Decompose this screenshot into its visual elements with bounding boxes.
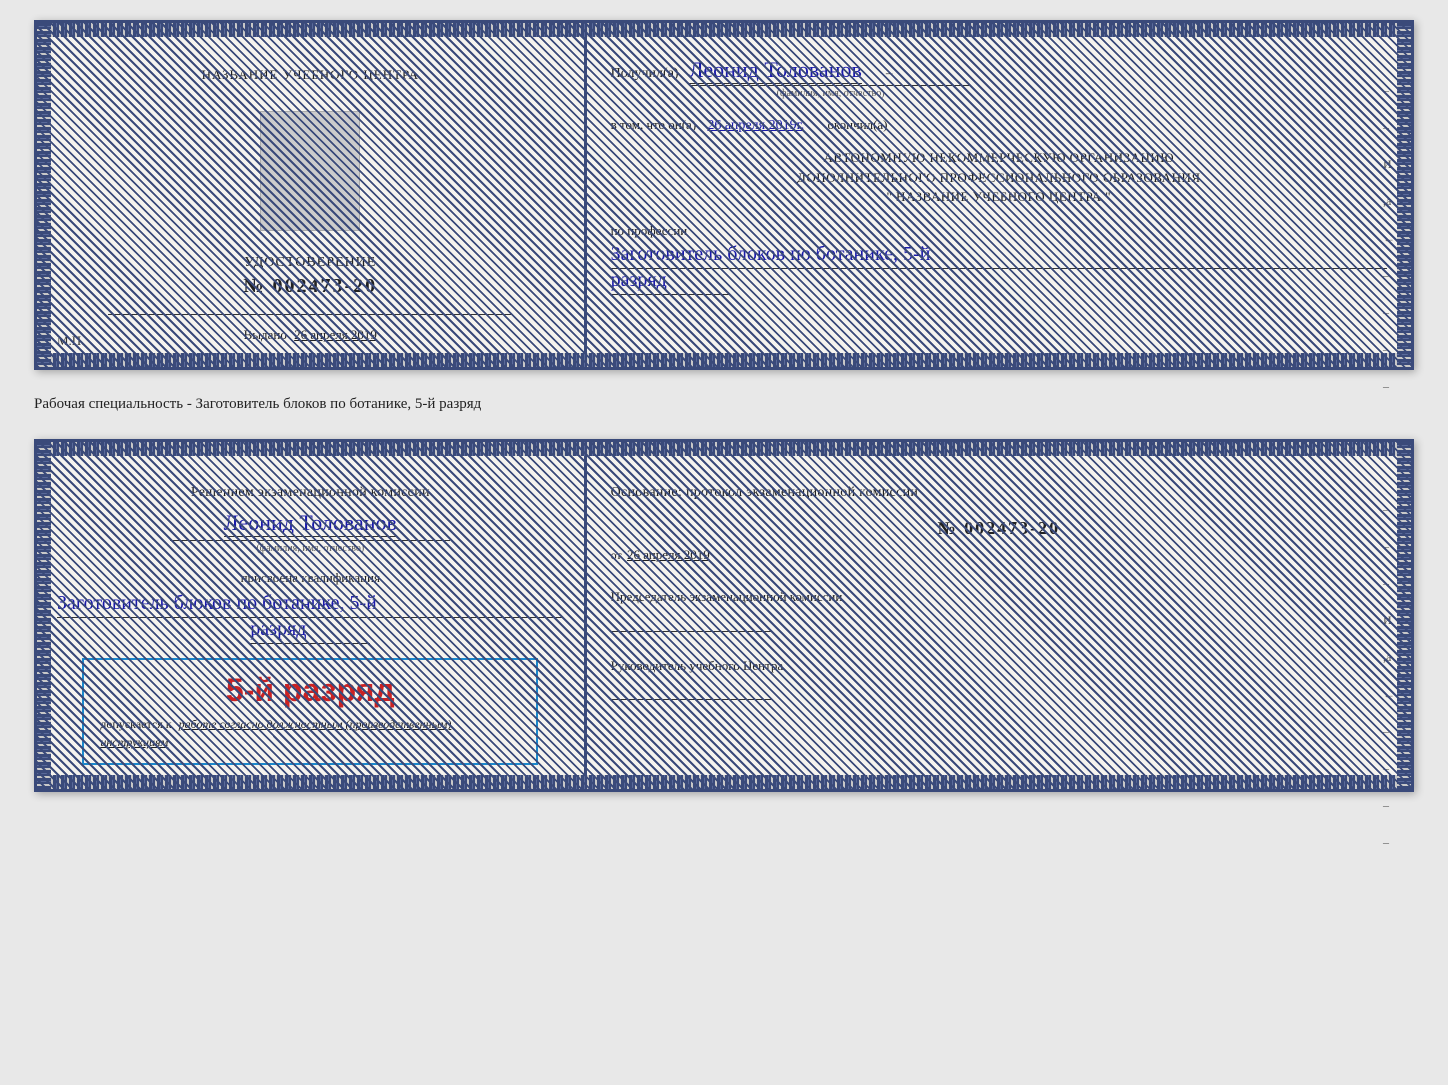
confirm-date: 26 апреля 2019г. <box>707 118 804 133</box>
qual-left-panel: Решением экзаменационной комиссии Леонид… <box>37 442 587 789</box>
right-markers: – – И ,а ← – – – – <box>1383 83 1395 394</box>
director-label: Руководитель учебного Центра <box>611 656 1387 676</box>
cert-left-panel: НАЗВАНИЕ УЧЕБНОГО ЦЕНТРА УДОСТОВЕРЕНИЕ №… <box>37 23 587 367</box>
border-top-2 <box>37 442 1411 456</box>
qual-assigned: присвоена квалификация <box>241 570 380 586</box>
from-date-line: от 26 апреля 2019 <box>611 547 1387 563</box>
right-markers-2: – – – И ,а ← – – – – <box>1383 502 1395 850</box>
page-wrapper: НАЗВАНИЕ УЧЕБНОГО ЦЕНТРА УДОСТОВЕРЕНИЕ №… <box>34 20 1414 792</box>
profession-name: Заготовитель блоков по ботанике, 5-й <box>611 243 1387 269</box>
qual-fio-label: (фамилия, имя, отчество) <box>170 540 450 554</box>
cert-number: № 002473-20 <box>243 275 377 298</box>
separator-label: Рабочая специальность - Заготовитель бло… <box>34 388 1414 421</box>
cert-label: УДОСТОВЕРЕНИЕ <box>243 255 377 271</box>
mp-label: М.П. <box>57 333 84 349</box>
profession-label: по профессии <box>611 223 1387 239</box>
border-left <box>37 23 51 367</box>
chairman-label: Председатель экзаменационной комиссии <box>611 587 1387 607</box>
confirm-suffix: окончил(а) <box>827 117 887 132</box>
recipient-name: Леонид Толованов <box>689 57 862 84</box>
profession-rank: разряд <box>611 269 731 295</box>
chairman-signature-line <box>611 631 771 632</box>
border-left-2 <box>37 442 51 789</box>
school-name-title: НАЗВАНИЕ УЧЕБНОГО ЦЕНТРА <box>202 67 419 83</box>
basis-text: Основание: протокол экзаменационной коми… <box>611 482 1387 504</box>
border-right-2 <box>1397 442 1411 789</box>
cert-right-panel: Получил(а) Леонид Толованов – (фамилия, … <box>587 23 1411 367</box>
photo-placeholder <box>260 111 360 231</box>
stamp-allowed-text: допускается к работе согласно должностны… <box>100 715 520 751</box>
issued-prefix: Выдано <box>244 327 287 342</box>
qualification-card: Решением экзаменационной комиссии Леонид… <box>34 439 1414 792</box>
director-signature-line <box>611 699 771 700</box>
decision-text: Решением экзаменационной комиссии <box>191 482 430 504</box>
qual-name: Заготовитель блоков по ботанике, 5-й <box>57 592 564 618</box>
protocol-number: № 002473-20 <box>611 518 1387 539</box>
qual-recipient-name: Леонид Толованов <box>224 510 397 537</box>
received-prefix: Получил(а) <box>611 66 679 81</box>
fio-label: (фамилия, имя, отчество) <box>691 85 971 99</box>
issued-date: 26 апреля 2019 <box>294 327 377 342</box>
stamp-rank: 5-й разряд <box>100 672 520 709</box>
from-date: 26 апреля 2019 <box>627 547 710 562</box>
qual-rank: разряд <box>250 618 370 644</box>
certificate-card: НАЗВАНИЕ УЧЕБНОГО ЦЕНТРА УДОСТОВЕРЕНИЕ №… <box>34 20 1414 370</box>
qual-right-panel: Основание: протокол экзаменационной коми… <box>587 442 1411 789</box>
border-top <box>37 23 1411 37</box>
confirm-prefix: в том, что он(а) <box>611 117 697 132</box>
org-text: АВТОНОМНУЮ НЕКОММЕРЧЕСКУЮ ОРГАНИЗАЦИЮ ДО… <box>611 148 1387 207</box>
border-bottom <box>37 353 1411 367</box>
stamp-box: 5-й разряд допускается к работе согласно… <box>82 658 538 765</box>
border-right <box>1397 23 1411 367</box>
border-bottom-2 <box>37 775 1411 789</box>
